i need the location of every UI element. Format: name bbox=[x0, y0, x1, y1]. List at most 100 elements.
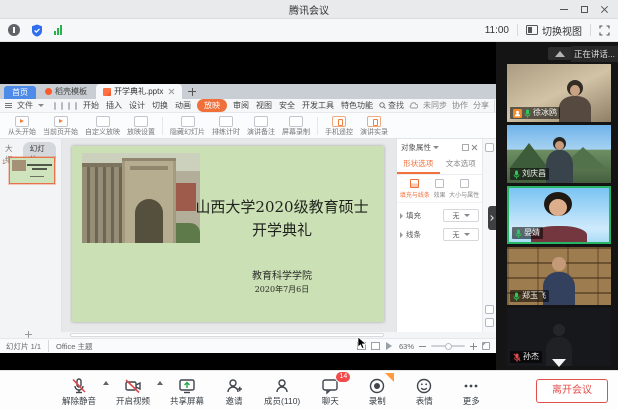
more-button[interactable]: 更多 bbox=[454, 376, 488, 406]
ribbon-btn-custom-show[interactable]: 自定义放映 bbox=[85, 116, 120, 136]
network-signal-icon[interactable] bbox=[54, 25, 62, 35]
ribbon-btn-show-settings[interactable]: 放映设置 bbox=[127, 116, 155, 136]
unmute-button[interactable]: 解除静音 bbox=[62, 376, 96, 406]
ribbon-tab-slideshow-active[interactable]: 放映 bbox=[197, 99, 227, 112]
chat-button[interactable]: 14 聊天 bbox=[313, 376, 347, 406]
video-tile[interactable]: 孙杰 bbox=[507, 308, 611, 366]
size-properties-tab[interactable]: 大小与属性 bbox=[449, 179, 479, 199]
ribbon-tab-insert[interactable]: 插入 bbox=[105, 100, 123, 111]
wps-docer-tab[interactable]: 稻壳模板 bbox=[40, 84, 92, 99]
zoom-slider[interactable] bbox=[431, 345, 465, 347]
slide-sorter-icon[interactable] bbox=[371, 342, 380, 350]
chevron-down-icon bbox=[38, 104, 44, 107]
ribbon-btn-from-current[interactable]: 当前页开始 bbox=[43, 116, 78, 136]
ribbon-tab-transition[interactable]: 切换 bbox=[151, 100, 169, 111]
scroll-down-icon[interactable] bbox=[552, 359, 566, 367]
triangle-up-icon bbox=[555, 51, 565, 57]
fullscreen-icon[interactable] bbox=[599, 25, 610, 36]
ribbon-tab-start[interactable]: 开始 bbox=[82, 100, 100, 111]
person-silhouette bbox=[553, 324, 565, 336]
new-tab-button[interactable] bbox=[186, 86, 198, 98]
ribbon-btn-lecture-record[interactable]: 演讲实录 bbox=[360, 116, 388, 136]
line-select[interactable]: 无 bbox=[443, 228, 479, 241]
size-properties-icon bbox=[460, 179, 469, 188]
record-button[interactable]: 录制 bbox=[360, 376, 394, 406]
fill-line-tab[interactable]: 填充与线条 bbox=[400, 179, 430, 199]
redo-icon[interactable] bbox=[75, 102, 77, 110]
members-button[interactable]: 成员(110) bbox=[264, 376, 300, 406]
ribbon-btn-hide-slide[interactable]: 隐藏幻灯片 bbox=[170, 116, 205, 136]
file-menu[interactable]: 文件 bbox=[17, 100, 33, 111]
participant-name: 孙杰 bbox=[523, 353, 539, 361]
slideshow-view-icon[interactable] bbox=[385, 342, 394, 350]
collab-button[interactable]: 协作 bbox=[452, 100, 468, 111]
collapse-panel-handle[interactable] bbox=[488, 206, 496, 230]
scroll-up-button[interactable] bbox=[548, 47, 572, 60]
fit-slide-icon[interactable] bbox=[482, 342, 490, 350]
switch-view-button[interactable]: 切换视图 bbox=[526, 23, 582, 38]
invite-button[interactable]: 邀请 bbox=[217, 376, 251, 406]
text-options-tab[interactable]: 文本选项 bbox=[440, 156, 483, 174]
leave-meeting-button[interactable]: 离开会议 bbox=[536, 379, 608, 403]
video-tile-active-speaker[interactable]: 晏婧 bbox=[507, 186, 611, 244]
sync-status-label[interactable]: 未同步 bbox=[423, 100, 447, 111]
security-shield-icon[interactable] bbox=[31, 24, 43, 37]
expand-icon[interactable] bbox=[400, 232, 403, 238]
wps-home-tab[interactable]: 首页 bbox=[4, 86, 36, 99]
side-tool-icon[interactable] bbox=[485, 305, 494, 314]
ribbon-btn-speaker-notes[interactable]: 演讲备注 bbox=[247, 116, 275, 136]
hamburger-menu-icon[interactable] bbox=[5, 103, 12, 108]
assistant-icon[interactable] bbox=[485, 143, 494, 152]
undo-icon[interactable] bbox=[68, 102, 70, 110]
zoom-in-icon[interactable] bbox=[470, 343, 477, 350]
tool-label: 成员(110) bbox=[264, 397, 300, 406]
cloud-sync-icon bbox=[409, 102, 418, 109]
expand-icon[interactable] bbox=[400, 213, 403, 219]
photo-detail bbox=[82, 167, 126, 243]
slide-thumbnail-selected[interactable] bbox=[9, 157, 55, 184]
horizontal-scrollbar[interactable] bbox=[70, 333, 384, 337]
ribbon-btn-screen-record[interactable]: 屏幕录制 bbox=[282, 116, 310, 136]
ribbon-tab-review[interactable]: 审阅 bbox=[232, 100, 250, 111]
ribbon-tab-animation[interactable]: 动画 bbox=[174, 100, 192, 111]
share-screen-button[interactable]: 共享屏幕 bbox=[170, 376, 204, 406]
effects-tab[interactable]: 效果 bbox=[433, 179, 445, 199]
video-tile[interactable]: 徐冰鸥 bbox=[507, 64, 611, 122]
ribbon-tab-view[interactable]: 视图 bbox=[255, 100, 273, 111]
mic-options-caret[interactable] bbox=[103, 381, 109, 385]
meeting-info-icon[interactable] bbox=[8, 24, 20, 36]
ribbon-btn-rehearse[interactable]: 排练计时 bbox=[212, 116, 240, 136]
close-panel-icon[interactable] bbox=[471, 144, 478, 151]
photo-detail bbox=[135, 199, 163, 243]
meeting-bottom-toolbar: 解除静音 开启视频 共享屏幕 邀请 成员(110) 14 聊天 录制 bbox=[0, 370, 618, 410]
start-video-button[interactable]: 开启视频 bbox=[116, 376, 150, 406]
video-tile[interactable]: 刘庆昌 bbox=[507, 125, 611, 183]
ribbon-tab-features[interactable]: 特色功能 bbox=[340, 100, 374, 111]
minimize-button[interactable] bbox=[554, 0, 574, 19]
ribbon-tab-devtools[interactable]: 开发工具 bbox=[301, 100, 335, 111]
window-titlebar: 腾讯会议 bbox=[0, 0, 618, 19]
zoom-slider-knob[interactable] bbox=[445, 343, 452, 350]
ribbon-btn-phone-remote[interactable]: 手机遥控 bbox=[325, 116, 353, 136]
close-button[interactable] bbox=[594, 0, 614, 19]
share-button[interactable]: 分享 bbox=[473, 100, 489, 111]
save-icon[interactable] bbox=[54, 102, 56, 110]
chevron-down-icon[interactable] bbox=[433, 146, 439, 149]
zoom-out-icon[interactable] bbox=[419, 346, 426, 347]
emoji-button[interactable]: 表情 bbox=[407, 376, 441, 406]
close-tab-icon[interactable] bbox=[168, 88, 175, 95]
ribbon-tab-security[interactable]: 安全 bbox=[278, 100, 296, 111]
fill-select[interactable]: 无 bbox=[443, 209, 479, 222]
ribbon-btn-from-beginning[interactable]: 从头开始 bbox=[8, 116, 36, 136]
print-icon[interactable] bbox=[61, 102, 63, 110]
slide[interactable]: 山西大学2020级教育硕士 开学典礼 教育科学学院 2020年7月6日 bbox=[72, 146, 384, 322]
pin-panel-icon[interactable] bbox=[462, 144, 469, 151]
find-button[interactable]: 查找 bbox=[379, 100, 404, 111]
maximize-button[interactable] bbox=[574, 0, 594, 19]
side-tool-icon[interactable] bbox=[485, 318, 494, 327]
shape-options-tab[interactable]: 形状选项 bbox=[397, 156, 440, 174]
wps-document-tab[interactable]: 开学典礼.pptx bbox=[96, 84, 182, 99]
video-options-caret[interactable] bbox=[157, 381, 163, 385]
video-tile[interactable]: 郑玉飞 bbox=[507, 247, 611, 305]
ribbon-tab-design[interactable]: 设计 bbox=[128, 100, 146, 111]
